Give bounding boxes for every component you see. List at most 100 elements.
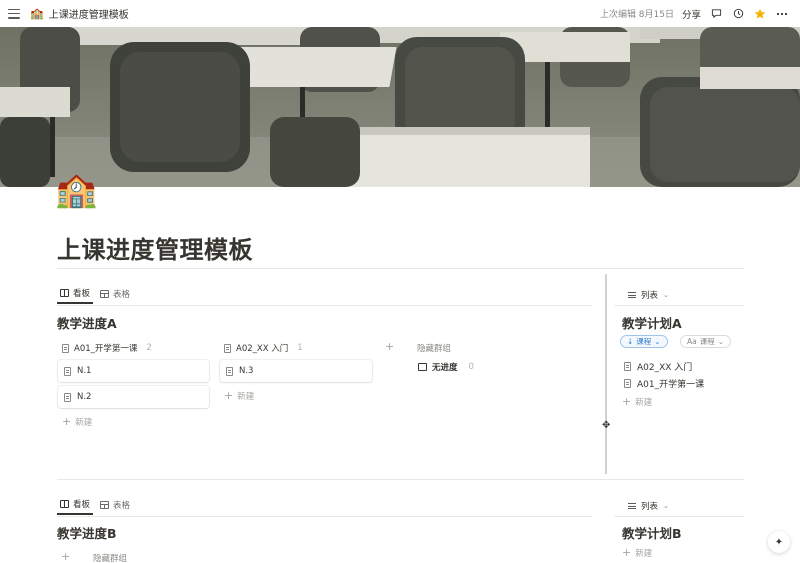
add-group-button-a[interactable]: + [385,340,394,353]
text-property-icon: Aa [687,337,697,346]
tab-board-a[interactable]: 看板 [57,284,94,304]
tabs-divider-b [57,516,592,517]
new-list-item-button-a[interactable]: + 新建 [622,395,652,408]
new-list-item-button-b[interactable]: + 新建 [622,546,652,559]
board-view-icon [60,289,69,297]
list-icon [628,292,636,298]
card-title: N.1 [77,366,92,376]
group-header-a02[interactable]: A02_XX 入门 1 [224,342,303,354]
view-tabs-a: 看板 表格 [57,284,133,304]
share-button[interactable]: 分享 [682,7,701,21]
list-view-label: 列表 [641,502,659,512]
list-item-title: A02_XX 入门 [637,363,693,373]
sparkle-icon[interactable]: ✦ [768,531,790,553]
star-icon[interactable] [753,7,767,21]
hidden-group-count: 0 [468,362,474,372]
chevron-down-icon: ⌄ [663,502,669,510]
page-doc-icon [62,343,69,353]
add-group-button-b[interactable]: + [61,550,70,563]
page-doc-icon [624,362,631,371]
chevron-down-icon: ⌄ [717,337,725,346]
list-title-a[interactable]: 教学计划A [622,313,682,332]
tab-label: 表格 [113,501,131,511]
board-card[interactable]: N.2 [58,386,209,408]
breadcrumb[interactable]: 🏫 上课进度管理模板 [30,6,129,21]
view-tabs-b: 看板 表格 [57,495,133,515]
new-label: 新建 [635,397,653,408]
comment-icon[interactable] [709,7,723,21]
page-icon[interactable]: 🏫 [55,170,97,210]
page-doc-icon [624,379,631,388]
group-name: A02_XX 入门 [236,344,289,354]
school-icon: 🏫 [30,7,44,20]
page-doc-icon [64,366,71,376]
new-card-button-a02[interactable]: + 新建 [224,389,254,402]
tab-board-b[interactable]: 看板 [57,495,94,515]
section-divider [57,479,744,480]
plus-icon: + [224,389,234,402]
board-title-a[interactable]: 教学进度A [57,313,117,332]
page-doc-icon [224,343,231,353]
group-name: A01_开学第一课 [74,344,138,354]
table-view-icon [100,501,110,509]
group-count: 1 [297,343,303,353]
board-card[interactable]: N.1 [58,360,209,382]
hidden-group-no-progress[interactable]: 无进度 0 [418,361,474,373]
top-bar: 🏫 上课进度管理模板 上次编辑 8月15日 分享 [0,0,800,27]
clock-icon[interactable] [731,7,745,21]
chevron-down-icon: ⌄ [663,291,669,299]
sort-pill-label: 课程 [636,337,652,346]
list-item[interactable]: A02_XX 入门 [624,360,692,373]
tab-label: 看板 [73,500,91,510]
board-title-b[interactable]: 教学进度B [57,523,117,542]
card-title: N.2 [77,392,92,402]
group-header-a01[interactable]: A01_开学第一课 2 [62,342,152,354]
list-view-label: 列表 [641,291,659,301]
chevron-down-icon: ⌄ [654,337,661,346]
hidden-groups-label-a: 隐藏群组 [417,344,452,354]
tab-label: 看板 [73,289,91,299]
property-pill[interactable]: Aa 课程 ⌄ [680,335,732,348]
breadcrumb-page-name: 上课进度管理模板 [48,10,129,21]
board-card[interactable]: N.3 [220,360,372,382]
tab-label: 表格 [113,290,131,300]
tabs-divider-a [57,305,592,306]
new-label: 新建 [237,391,255,402]
column-resize-handle[interactable] [605,274,607,474]
card-title: N.3 [239,366,254,376]
new-card-button-a01[interactable]: + 新建 [62,415,92,428]
arrow-down-icon: ↓ [627,337,634,346]
last-edited-text: 上次编辑 8月15日 [599,10,674,20]
cover-image[interactable] [0,27,800,187]
page-title[interactable]: 上课进度管理模板 [57,230,253,265]
hidden-groups-label-b: 隐藏群组 [93,554,128,563]
page-doc-icon [226,366,233,376]
new-label: 新建 [635,548,653,559]
group-count: 2 [146,343,152,353]
plus-icon: + [62,415,72,428]
top-actions: 上次编辑 8月15日 分享 [600,0,800,27]
list-view-switch-a[interactable]: 列表 ⌄ [628,289,669,301]
list-item-title: A01_开学第一课 [637,380,705,390]
list-title-b[interactable]: 教学计划B [622,523,682,542]
list-tabs-divider-b [614,516,744,517]
tab-table-b[interactable]: 表格 [97,495,133,515]
page-doc-icon [64,392,71,402]
title-divider [57,268,744,269]
drag-move-icon[interactable]: ✥ [602,420,610,431]
table-view-icon [100,290,110,298]
plus-icon: + [622,546,632,559]
list-item[interactable]: A01_开学第一课 [624,377,704,390]
more-icon[interactable] [775,7,789,21]
plus-icon: + [622,395,632,408]
sidebar-menu-icon[interactable] [7,7,21,21]
tab-table-a[interactable]: 表格 [97,284,133,304]
property-pill-label: 课程 [699,337,715,346]
hidden-group-name: 无进度 [432,363,458,373]
sort-pill[interactable]: ↓ 课程 ⌄ [620,335,668,348]
list-view-switch-b[interactable]: 列表 ⌄ [628,500,669,512]
new-label: 新建 [75,417,93,428]
inbox-tray-icon [418,363,427,371]
list-tabs-divider-a [614,305,744,306]
list-icon [628,503,636,509]
